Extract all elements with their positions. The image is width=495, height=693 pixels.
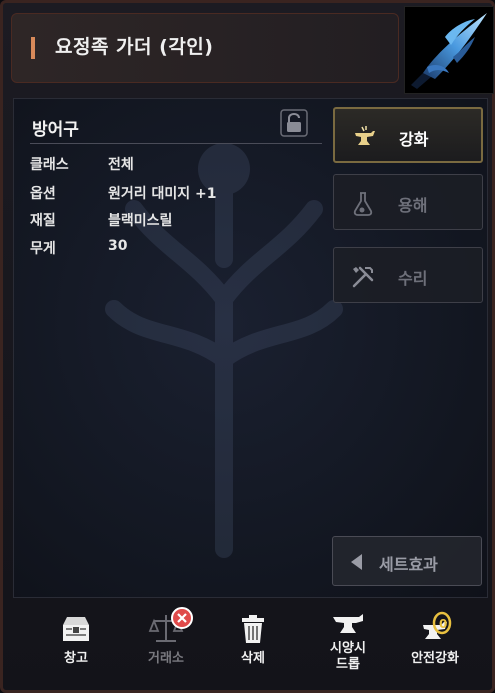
dissolve-label: 용해: [398, 196, 428, 215]
repair-button[interactable]: 수리: [333, 247, 483, 303]
delete-button[interactable]: 삭제: [208, 603, 298, 689]
simulate-drop-label: 시양시 드롭: [330, 641, 366, 672]
dagger-icon: [411, 13, 487, 89]
item-icon-dagger: [404, 6, 494, 94]
stat-value: 블랙미스릴: [108, 213, 173, 229]
tools-icon: [352, 266, 374, 288]
stat-value: 30: [108, 238, 128, 254]
item-title: 요정족 가더 (각인): [55, 36, 214, 58]
set-effect-button[interactable]: 세트효과: [332, 536, 482, 586]
lock-toggle[interactable]: [280, 109, 308, 137]
repair-label: 수리: [398, 269, 428, 288]
flask-icon: [353, 192, 373, 216]
safe-enchant-icon: 0: [423, 611, 452, 639]
divider: [30, 143, 322, 144]
stat-value: 원거리 대미지 +1: [108, 186, 217, 202]
item-info-window: 요정족 가더 (각인) 방어구 클래스 전체 옵션 원거리 대미지 +1 재질 …: [0, 0, 495, 693]
simulate-drop-button[interactable]: 시양시 드롭: [303, 603, 393, 689]
safe-enchant-button[interactable]: 0 안전강화: [390, 603, 480, 689]
stat-label: 옵션: [30, 186, 56, 202]
anvil-icon: [355, 126, 375, 145]
safe-enchant-label: 안전강화: [411, 651, 459, 666]
trash-icon: [242, 615, 264, 643]
chest-icon: [63, 617, 89, 641]
title-accent-bar: [31, 37, 35, 59]
warehouse-button[interactable]: 창고: [31, 603, 121, 689]
enchant-button[interactable]: 강화: [333, 107, 483, 163]
prohibited-icon: [171, 607, 193, 629]
bottom-action-bar: 창고 거래소 삭제 시양시 드롭 0 안전강화: [13, 603, 488, 689]
stat-label: 무게: [30, 241, 56, 257]
stat-label: 재질: [30, 213, 56, 229]
item-detail-panel: 방어구 클래스 전체 옵션 원거리 대미지 +1 재질 블랙미스릴 무게 30: [13, 98, 488, 598]
delete-label: 삭제: [241, 651, 265, 666]
set-effect-label: 세트효과: [379, 555, 438, 574]
warehouse-label: 창고: [64, 651, 88, 666]
enchant-label: 강화: [399, 130, 429, 149]
dissolve-button[interactable]: 용해: [333, 174, 483, 230]
stat-value: 전체: [108, 157, 134, 173]
arrow-left-icon: [351, 554, 362, 570]
item-category: 방어구: [32, 120, 79, 140]
exchange-label: 거래소: [148, 651, 184, 666]
exchange-button[interactable]: 거래소: [121, 603, 211, 689]
unlock-icon: [280, 109, 308, 137]
svg-text:0: 0: [439, 617, 447, 631]
stat-label: 클래스: [30, 157, 69, 173]
